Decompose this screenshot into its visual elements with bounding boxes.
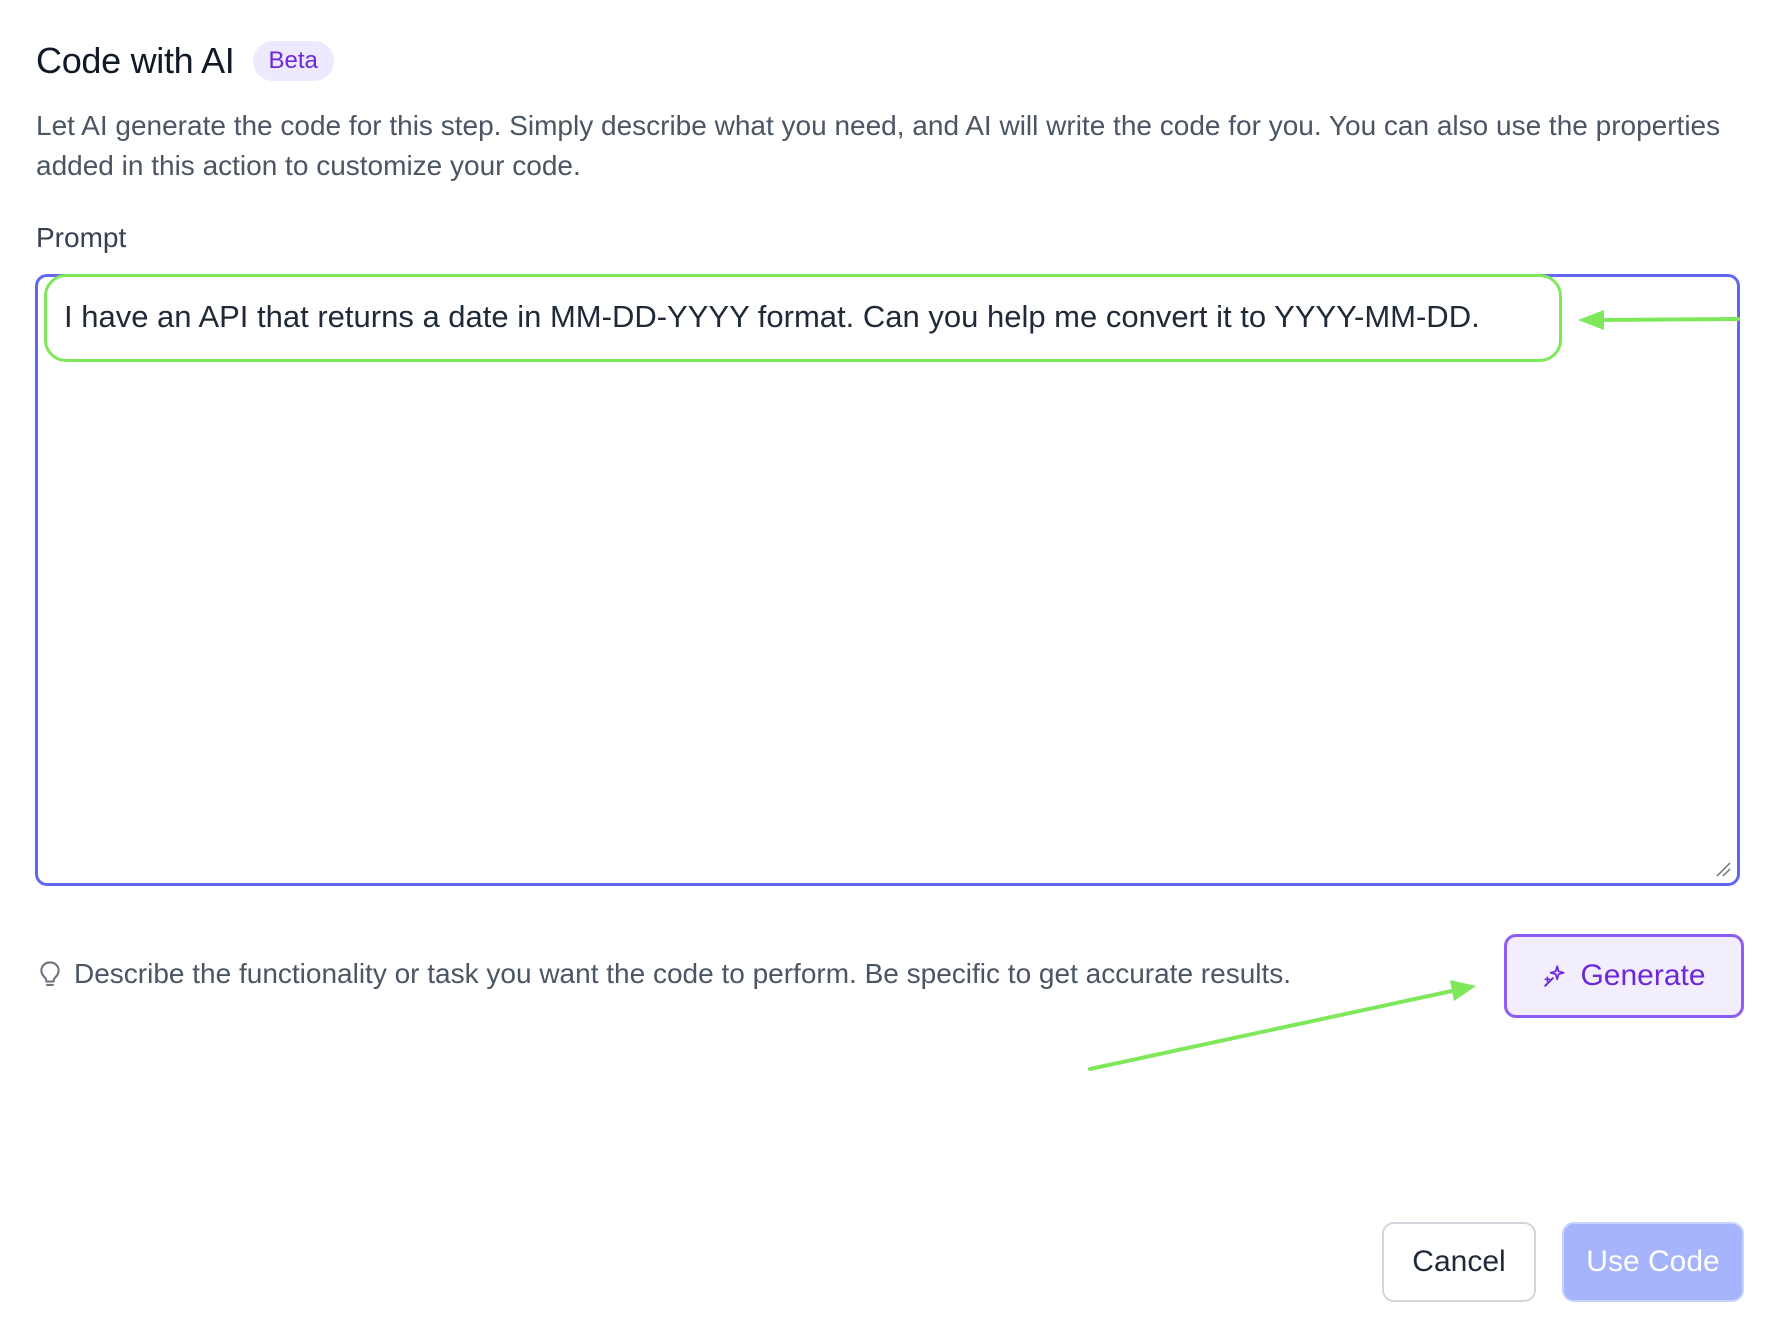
dialog-title: Code with AI — [36, 40, 235, 81]
generate-button[interactable]: Generate — [1504, 934, 1744, 1018]
hint-row: Describe the functionality or task you w… — [36, 958, 1291, 990]
lightbulb-icon — [40, 961, 60, 986]
code-with-ai-dialog: Code with AI Beta Let AI generate the co… — [0, 0, 1778, 1322]
dialog-header: Code with AI Beta — [36, 40, 334, 82]
use-code-button[interactable]: Use Code — [1562, 1222, 1744, 1302]
prompt-label: Prompt — [36, 222, 127, 253]
generate-arrow-annotation — [1088, 980, 1476, 1071]
hint-text: Describe the functionality or task you w… — [74, 958, 1292, 989]
dialog-description: Let AI generate the code for this step. … — [36, 110, 1721, 181]
generate-label: Generate — [1580, 959, 1706, 992]
beta-badge: Beta — [252, 41, 334, 81]
cancel-button[interactable]: Cancel — [1382, 1222, 1536, 1302]
prompt-textarea[interactable]: I have an API that returns a date in MM-… — [35, 274, 1740, 886]
prompt-highlight-annotation — [44, 274, 1562, 362]
resize-handle-icon[interactable] — [1715, 861, 1731, 877]
sparkle-icon — [1544, 965, 1565, 987]
